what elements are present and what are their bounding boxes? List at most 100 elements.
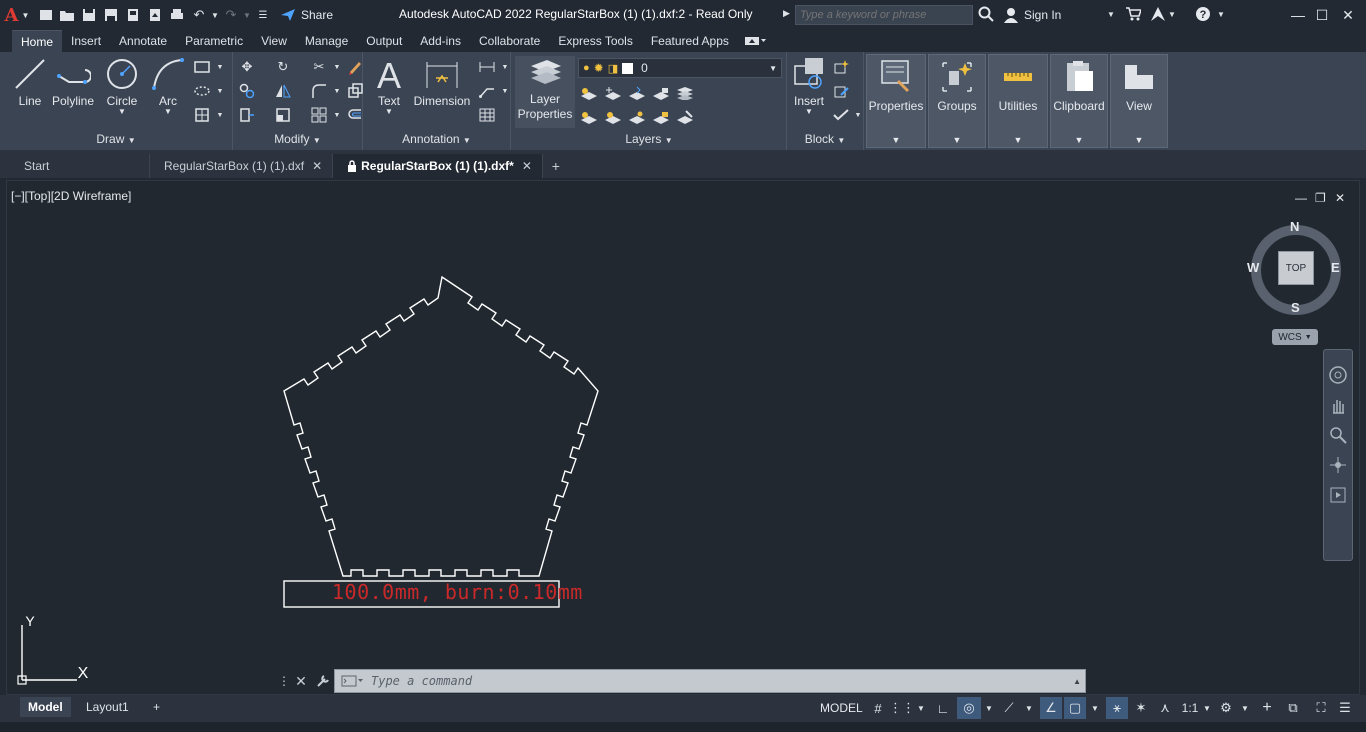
app-store-dropdown-icon[interactable]: ▼ — [1168, 10, 1176, 19]
new-file-icon[interactable] — [34, 4, 56, 26]
annotation-scale-icon[interactable]: ⋏ — [1154, 697, 1176, 719]
annotation-scale-value[interactable]: 1:1 — [1178, 697, 1202, 719]
tab-start[interactable]: Start — [10, 154, 150, 178]
block-attributes-icon[interactable] — [829, 104, 853, 126]
layer-lock-icon[interactable] — [649, 82, 673, 104]
draw-panel-title[interactable]: Draw ▼ — [0, 132, 232, 148]
block-panel-title[interactable]: Block ▼ — [787, 132, 863, 148]
snap-icon[interactable]: ⋮⋮ — [889, 697, 915, 719]
text-button[interactable]: A Text ▼ — [369, 56, 409, 116]
array-icon[interactable] — [307, 104, 331, 126]
block-attributes-dropdown-icon[interactable]: ▼ — [853, 104, 863, 126]
line-button[interactable]: Line — [10, 56, 50, 109]
tab-insert[interactable]: Insert — [62, 30, 110, 52]
create-block-icon[interactable] — [829, 56, 853, 78]
ucs-icon[interactable]: Y X — [17, 613, 89, 685]
application-menu-button[interactable]: A ▼ — [0, 0, 34, 30]
command-line-grip-icon[interactable]: ⋮ — [278, 670, 290, 692]
dimension-button[interactable]: Dimension — [411, 56, 473, 109]
groups-panel-button[interactable]: Groups ▼ — [928, 54, 986, 148]
layer-walk-icon[interactable] — [673, 106, 697, 128]
isodraft-dropdown-icon[interactable]: ▼ — [1022, 697, 1036, 719]
help-dropdown-icon[interactable]: ▼ — [1217, 10, 1225, 19]
save-as-icon[interactable] — [100, 4, 122, 26]
layer-thaw-icon[interactable] — [601, 106, 625, 128]
linear-dimension-dropdown-icon[interactable]: ▼ — [499, 56, 511, 78]
auto-scale-icon[interactable]: ✶ — [1130, 697, 1152, 719]
insert-dropdown-icon[interactable]: ▼ — [805, 107, 813, 116]
tab-featured-apps[interactable]: Featured Apps — [642, 30, 738, 52]
arc-button[interactable]: Arc ▼ — [148, 56, 188, 116]
customize-command-line-icon[interactable] — [312, 670, 334, 692]
layer-properties-button[interactable]: Layer Properties — [515, 56, 575, 128]
circle-dropdown-icon[interactable]: ▼ — [118, 107, 126, 116]
layer-match-icon[interactable] — [625, 106, 649, 128]
ortho-icon[interactable]: ∟ — [932, 697, 954, 719]
layer-unlock-icon[interactable] — [649, 106, 673, 128]
close-window-button[interactable]: ✕ — [1336, 4, 1360, 26]
boundary-icon[interactable] — [190, 104, 214, 126]
tab-view[interactable]: View — [252, 30, 296, 52]
circle-button[interactable]: Circle ▼ — [100, 56, 144, 116]
trim-icon[interactable]: ✂ — [307, 56, 331, 78]
layer-dropdown[interactable]: ● ✹ ◨ 0 ▼ — [578, 58, 782, 78]
close-tab-icon[interactable]: ✕ — [312, 159, 322, 173]
leader-icon[interactable] — [475, 80, 499, 102]
minimize-window-button[interactable]: — — [1286, 4, 1310, 26]
layer-states-icon[interactable] — [673, 82, 697, 104]
undo-icon[interactable]: ↶ — [188, 4, 210, 26]
tab-parametric[interactable]: Parametric — [176, 30, 252, 52]
annotation-panel-title[interactable]: Annotation ▼ — [363, 132, 510, 148]
linear-dimension-icon[interactable] — [475, 56, 499, 78]
snap-dropdown-icon[interactable]: ▼ — [914, 697, 928, 719]
cart-icon[interactable] — [1125, 6, 1143, 25]
view-panel-button[interactable]: View ▼ — [1110, 54, 1168, 148]
move-icon[interactable]: ✥ — [235, 56, 259, 78]
drawing-canvas[interactable]: [−][Top][2D Wireframe] — ❐ ✕ N S E W TOP… — [6, 180, 1360, 695]
save-web-mobile-icon[interactable] — [144, 4, 166, 26]
text-dropdown-icon[interactable]: ▼ — [385, 107, 393, 116]
hatch-dropdown-icon[interactable]: ▼ — [214, 80, 226, 102]
tab-output[interactable]: Output — [357, 30, 411, 52]
tab-drawing-1[interactable]: RegularStarBox (1) (1).dxf ✕ — [150, 154, 334, 178]
maximize-window-button[interactable]: ☐ — [1310, 4, 1334, 26]
utilities-panel-button[interactable]: Utilities ▼ — [988, 54, 1048, 148]
save-icon[interactable] — [78, 4, 100, 26]
add-layout-button[interactable]: + — [145, 697, 168, 717]
tab-model[interactable]: Model — [20, 697, 71, 717]
rotate-icon[interactable]: ↻ — [271, 56, 295, 78]
object-snap-icon[interactable]: ▢ — [1064, 697, 1086, 719]
redo-icon[interactable]: ↷ — [220, 4, 242, 26]
scale-icon[interactable] — [271, 104, 295, 126]
mirror-icon[interactable] — [271, 80, 295, 102]
recent-commands-icon[interactable] — [341, 675, 363, 687]
fillet-dropdown-icon[interactable]: ▼ — [331, 80, 343, 102]
stretch-icon[interactable] — [235, 104, 259, 126]
annotation-monitor-icon[interactable]: + — [1256, 697, 1278, 719]
layer-on-icon[interactable] — [577, 106, 601, 128]
scale-dropdown-icon[interactable]: ▼ — [1200, 697, 1214, 719]
object-snap-dropdown-icon[interactable]: ▼ — [1088, 697, 1102, 719]
rectangle-icon[interactable] — [190, 56, 214, 78]
workspace-dropdown-icon[interactable]: ▼ — [1238, 697, 1252, 719]
plot-icon[interactable] — [166, 4, 188, 26]
tab-home[interactable]: Home — [12, 30, 63, 52]
command-history-icon[interactable]: ▲ — [1073, 677, 1081, 686]
tab-express-tools[interactable]: Express Tools — [549, 30, 641, 52]
modify-panel-title[interactable]: Modify ▼ — [233, 132, 362, 148]
rectangle-dropdown-icon[interactable]: ▼ — [214, 56, 226, 78]
clipboard-panel-button[interactable]: Clipboard ▼ — [1050, 54, 1108, 148]
model-space-toggle[interactable]: MODEL — [816, 698, 867, 718]
workspace-gear-icon[interactable]: ⚙ — [1214, 697, 1238, 719]
annotation-visibility-icon[interactable]: ⚹ — [1106, 697, 1128, 719]
leader-dropdown-icon[interactable]: ▼ — [499, 80, 511, 102]
hatch-icon[interactable] — [190, 80, 214, 102]
tab-annotate[interactable]: Annotate — [110, 30, 176, 52]
tab-add-ins[interactable]: Add-ins — [411, 30, 470, 52]
polar-dropdown-icon[interactable]: ▼ — [982, 697, 996, 719]
help-icon[interactable]: ? — [1195, 6, 1211, 25]
undo-dropdown-icon[interactable]: ▼ — [210, 4, 220, 26]
close-command-line-icon[interactable]: ✕ — [290, 670, 312, 692]
redo-dropdown-icon[interactable]: ▼ — [242, 4, 252, 26]
share-button[interactable]: Share — [280, 8, 333, 22]
